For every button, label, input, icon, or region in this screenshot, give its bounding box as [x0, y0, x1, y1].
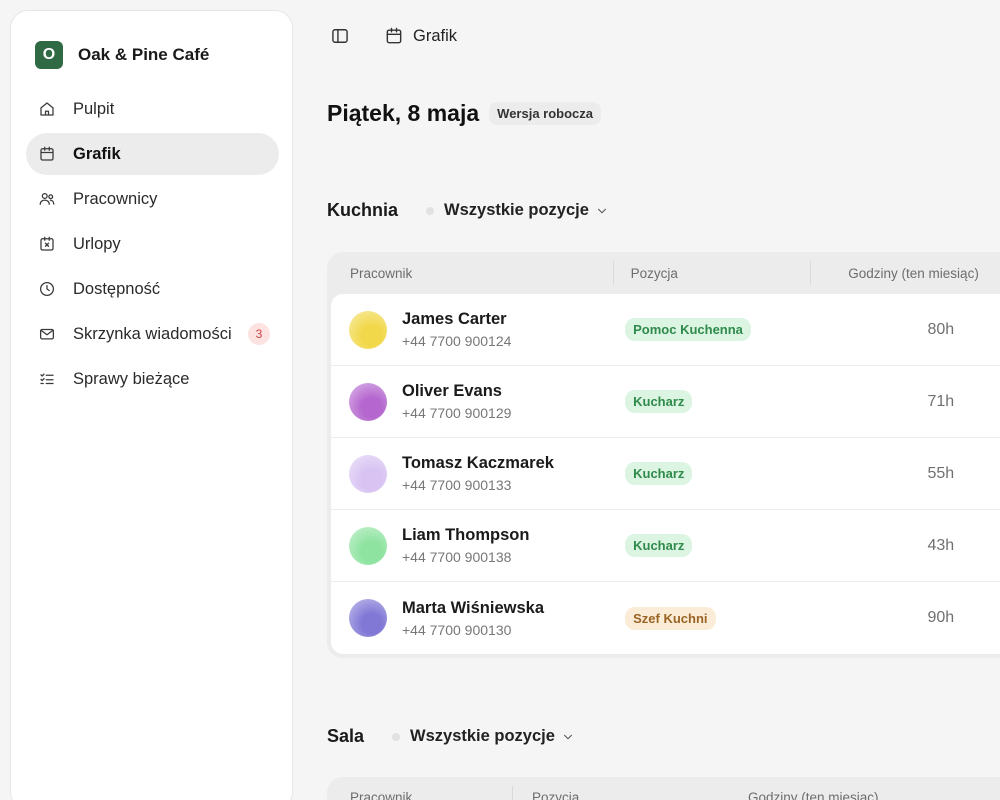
filter-label: Wszystkie pozycje: [444, 201, 589, 219]
users-icon: [39, 192, 55, 205]
filter-dot: [392, 732, 401, 741]
employee-name: Marta Wiśniewska: [402, 598, 544, 617]
sidebar-item-label: Dostępność: [73, 279, 161, 298]
employee-cell: Liam Thompson +44 7700 900138: [402, 526, 614, 565]
position-cell: Szef Kuchni: [625, 606, 882, 630]
home-icon: [40, 102, 54, 116]
day-header: Piątek, 8 maja Wersja robocza: [327, 100, 602, 127]
column-header-hours[interactable]: Godziny (ten miesiąc): [810, 252, 1000, 294]
employee-cell: Oliver Evans +44 7700 900129: [402, 382, 614, 421]
column-header-employee[interactable]: Pracownik: [327, 777, 512, 800]
sidebar-item-grafik[interactable]: Grafik: [26, 133, 279, 175]
employee-name: Tomasz Kaczmarek: [402, 454, 554, 472]
employee-phone: +44 7700 900138: [402, 549, 512, 565]
sidebar-item-label: Pracownicy: [73, 189, 158, 208]
hours-value: 80h: [927, 320, 955, 338]
sidebar-toggle-icon[interactable]: [330, 26, 350, 46]
position-cell: Pomoc Kuchenna: [625, 318, 882, 341]
topbar: Grafik: [330, 26, 457, 46]
employee-phone: +44 7700 900129: [402, 405, 512, 421]
column-header-position[interactable]: Pozycja: [512, 777, 748, 800]
breadcrumb[interactable]: Grafik: [384, 26, 457, 46]
position-pill: Pomoc Kuchenna: [625, 318, 751, 341]
sidebar-item-label: Pulpit: [73, 99, 115, 118]
brand-logo: O: [35, 41, 63, 69]
page-title: Piątek, 8 maja: [327, 100, 480, 126]
position-pill: Kucharz: [625, 534, 693, 557]
section-title: Kuchnia: [327, 200, 399, 220]
position-filter-dropdown[interactable]: Wszystkie pozycje: [426, 201, 609, 220]
section-header-kuchnia: Kuchnia Wszystkie pozycje: [327, 200, 609, 221]
employee-cell: Marta Wiśniewska +44 7700 900130: [402, 599, 614, 638]
avatar: [349, 310, 387, 349]
employee-name: Oliver Evans: [402, 382, 502, 400]
table-header: Pracownik Pozycja Godziny (ten miesiąc): [331, 252, 1000, 294]
employee-name: Liam Thompson: [402, 526, 530, 544]
schedule-table-kuchnia: Pracownik Pozycja Godziny (ten miesiąc) …: [327, 252, 1000, 658]
position-pill: Kucharz: [625, 390, 693, 413]
checklist-icon: [40, 373, 54, 385]
hours-value: 43h: [927, 536, 955, 554]
hours-value: 55h: [927, 464, 955, 482]
position-cell: Kucharz: [625, 462, 882, 485]
calendar-x-icon: [40, 236, 54, 251]
hours-value: 90h: [927, 609, 955, 626]
brand-name: Oak & Pine Café: [78, 45, 210, 64]
avatar: [349, 382, 387, 421]
table-row[interactable]: Tomasz Kaczmarek +44 7700 900133 Kucharz 55…: [331, 438, 1000, 510]
sidebar-item-sprawy[interactable]: Sprawy bieżące: [26, 358, 279, 400]
filter-dot: [426, 206, 435, 215]
sidebar-item-label: Urlopy: [73, 234, 121, 253]
clock-icon: [39, 281, 55, 297]
brand[interactable]: O Oak & Pine Café: [35, 41, 209, 69]
position-filter-dropdown[interactable]: Wszystkie pozycje: [392, 727, 575, 746]
chevron-down-icon: [597, 208, 606, 213]
unread-badge: 3: [248, 323, 270, 345]
employee-cell: Tomasz Kaczmarek +44 7700 900133: [402, 454, 614, 493]
position-cell: Kucharz: [625, 390, 882, 413]
schedule-table-sala: Pracownik Pozycja Godziny (ten miesiąc): [327, 777, 1000, 800]
mail-icon: [39, 328, 55, 340]
table-row[interactable]: Marta Wiśniewska +44 7700 900130 Szef Kuch…: [331, 582, 1000, 654]
employee-phone: +44 7700 900130: [402, 621, 512, 638]
sidebar-nav: Pulpit Grafik Pracownicy Urlopy Dostępno…: [26, 88, 279, 403]
column-header-employee[interactable]: Pracownik: [331, 252, 613, 294]
section-title: Sala: [327, 726, 365, 746]
position-pill: Szef Kuchni: [625, 606, 716, 630]
sidebar-item-label: Skrzynka wiadomości: [73, 324, 232, 343]
table-row[interactable]: Liam Thompson +44 7700 900138 Kucharz 43h: [331, 510, 1000, 582]
avatar: [349, 454, 387, 493]
filter-label: Wszystkie pozycje: [410, 727, 555, 745]
position-pill: Kucharz: [625, 462, 693, 485]
hours-value: 71h: [927, 392, 955, 410]
section-header-sala: Sala Wszystkie pozycje: [327, 726, 575, 747]
sidebar-item-pracownicy[interactable]: Pracownicy: [26, 178, 279, 220]
sidebar-item-label: Grafik: [73, 144, 121, 163]
position-cell: Kucharz: [625, 534, 882, 557]
table-row[interactable]: James Carter +44 7700 900124 Pomoc Kuchenn…: [331, 294, 1000, 366]
column-header-hours[interactable]: Godziny (ten miesiąc): [748, 777, 1000, 800]
calendar-icon: [386, 27, 402, 44]
employee-phone: +44 7700 900124: [402, 333, 512, 349]
status-badge: Wersja robocza: [489, 102, 602, 125]
employee-phone: +44 7700 900133: [402, 477, 512, 493]
employee-name: James Carter: [402, 310, 507, 328]
sidebar-item-pulpit[interactable]: Pulpit: [26, 88, 279, 130]
sidebar-item-urlopy[interactable]: Urlopy: [26, 223, 279, 265]
calendar-icon: [40, 146, 54, 161]
employee-cell: James Carter +44 7700 900124: [402, 310, 614, 349]
sidebar-item-label: Sprawy bieżące: [73, 369, 190, 388]
chevron-down-icon: [563, 734, 572, 739]
column-header-position[interactable]: Pozycja: [612, 252, 811, 294]
table-body: James Carter +44 7700 900124 Pomoc Kuchenn…: [331, 294, 1000, 654]
avatar: [349, 599, 387, 637]
breadcrumb-label: Grafik: [413, 26, 458, 45]
avatar: [349, 526, 387, 565]
sidebar: O Oak & Pine Café Pulpit Grafik Pracowni…: [10, 10, 293, 800]
table-row[interactable]: Oliver Evans +44 7700 900129 Kucharz 71h: [331, 366, 1000, 438]
sidebar-item-dostepnosc[interactable]: Dostępność: [26, 268, 279, 310]
sidebar-item-skrzynka[interactable]: Skrzynka wiadomości 3: [26, 313, 279, 355]
